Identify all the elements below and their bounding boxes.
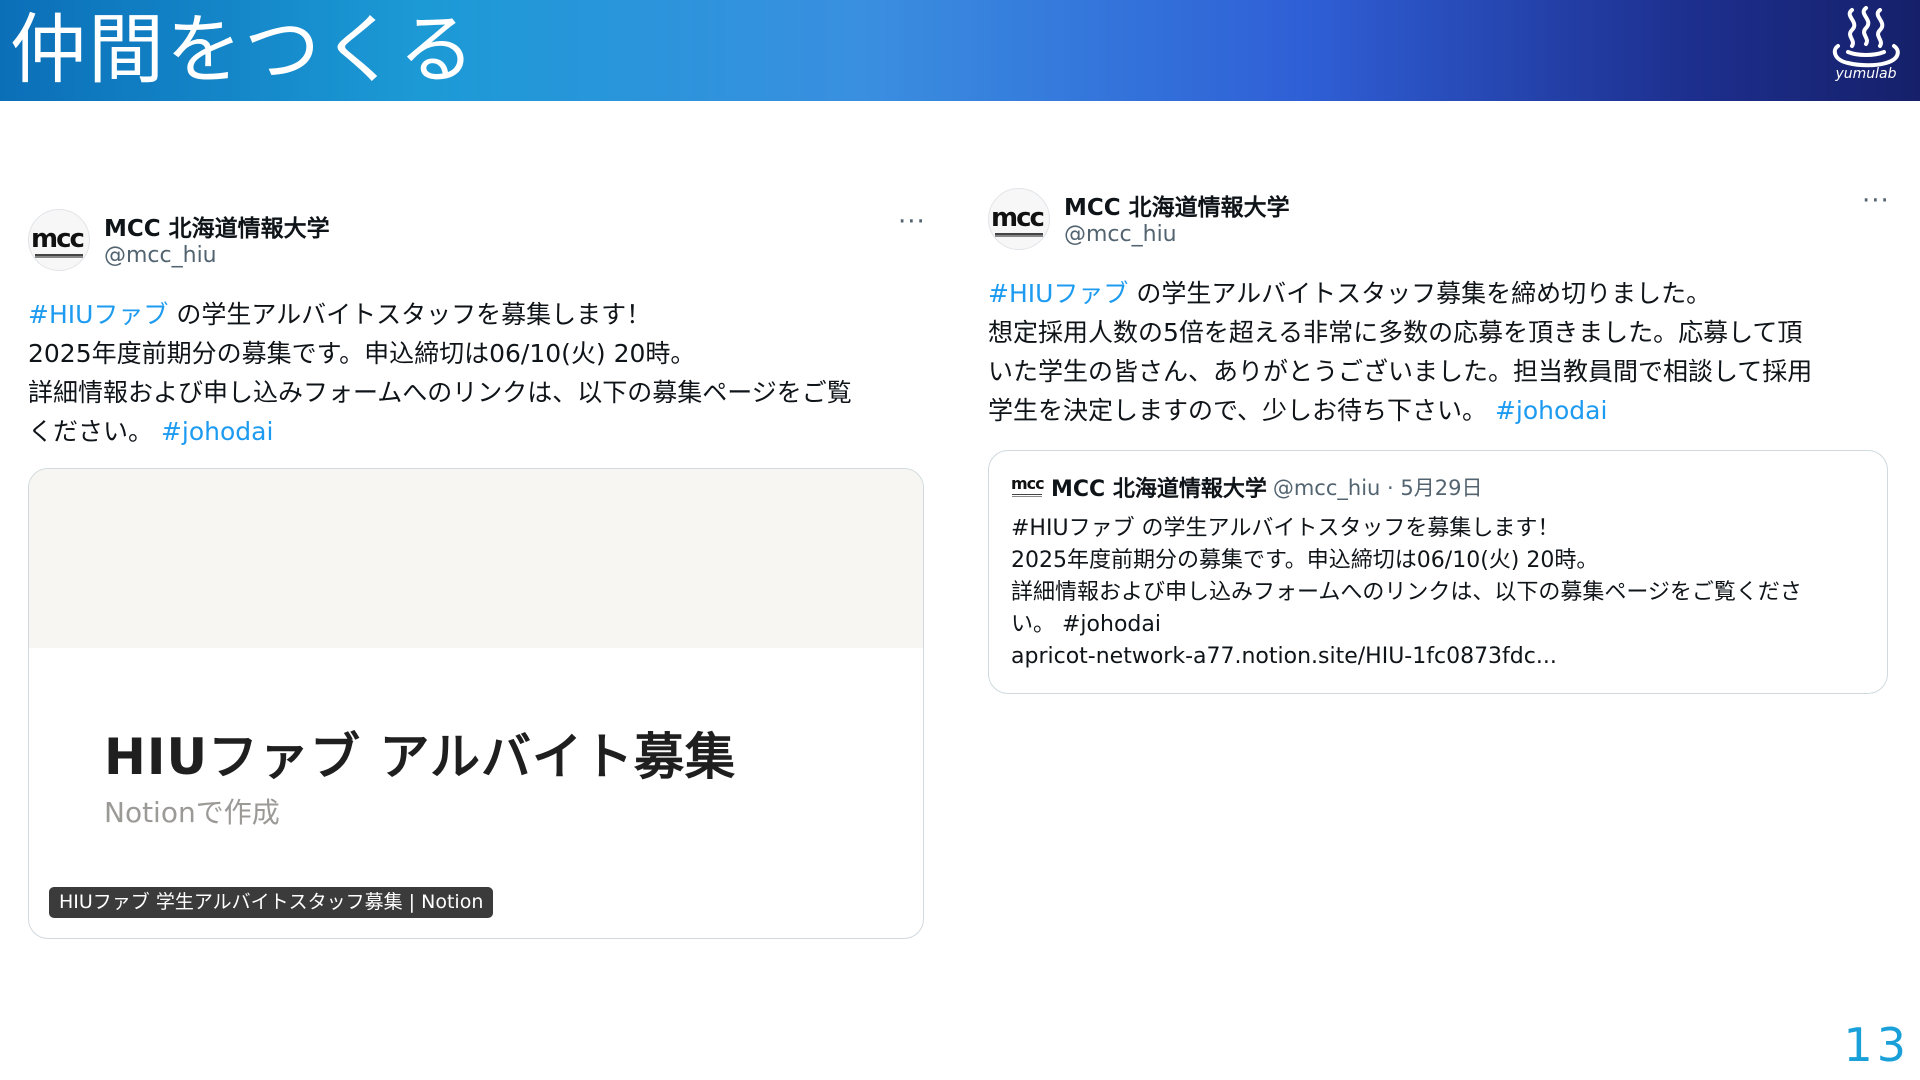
author-handle[interactable]: @mcc_hiu: [1064, 222, 1177, 247]
tweet-text: #HIUファブ の学生アルバイトスタッフ募集を締め切りました。 想定採用人数の5…: [988, 274, 1890, 430]
more-options-icon[interactable]: ···: [898, 209, 926, 235]
author-handle[interactable]: @mcc_hiu: [104, 243, 217, 268]
hashtag-link[interactable]: #HIUファブ: [988, 279, 1128, 308]
hashtag-link[interactable]: #johodai: [1495, 396, 1607, 425]
tweet-line: いた学生の皆さん、ありがとうございました。担当教員間で相談して採用: [988, 357, 1813, 386]
header-banner: 仲間をつくる yumulab: [0, 0, 1920, 101]
quoted-link: apricot-network-a77.notion.site/HIU-1fc0…: [1011, 644, 1557, 669]
slide-title: 仲間をつくる: [10, 5, 477, 94]
tweet-line: 詳細情報および申し込みフォームへのリンクは、以下の募集ページをご覧: [28, 378, 852, 407]
tweet-text: #HIUファブ の学生アルバイトスタッフを募集します！ 2025年度前期分の募集…: [28, 295, 926, 451]
tweet-text-segment: 学生を決定しますので、少しお待ち下さい。: [988, 396, 1495, 425]
quoted-tweet-header: mcc MCC 北海道情報大学 @mcc_hiu · 5月29日: [1011, 471, 1483, 502]
author-name[interactable]: MCC 北海道情報大学: [104, 209, 330, 243]
tweet-line: 学生を決定しますので、少しお待ち下さい。 #johodai: [988, 391, 1890, 430]
hashtag-link[interactable]: #HIUファブ: [28, 300, 168, 329]
link-preview-card[interactable]: HIUファブ アルバイト募集 Notionで作成 HIUファブ 学生アルバイトス…: [28, 468, 924, 939]
yumulab-logo: yumulab: [1826, 6, 1906, 98]
tweet-closing[interactable]: mcc MCC 北海道情報大学 @mcc_hiu ··· #HIUファブ の学生…: [988, 184, 1890, 694]
quoted-avatar: mcc: [1011, 472, 1045, 502]
quoted-line: 2025年度前期分の募集です。申込締切は06/10(火) 20時。: [1011, 548, 1599, 573]
avatar[interactable]: mcc: [28, 209, 90, 271]
quoted-tweet[interactable]: mcc MCC 北海道情報大学 @mcc_hiu · 5月29日 #HIUファブ …: [988, 450, 1888, 694]
quoted-author-name: MCC 北海道情報大学: [1051, 477, 1267, 502]
quoted-line: い。 #johodai: [1011, 612, 1161, 637]
quoted-avatar-mark: mcc: [1011, 474, 1045, 493]
tweet-line: #HIUファブ の学生アルバイトスタッフ募集を締め切りました。: [988, 274, 1890, 313]
link-card-title: HIUファブ アルバイト募集: [104, 728, 736, 786]
avatar-logo-lines: [35, 254, 83, 258]
avatar[interactable]: mcc: [988, 188, 1050, 250]
hashtag-link[interactable]: #johodai: [161, 417, 273, 446]
quoted-line: #HIUファブ の学生アルバイトスタッフを募集します！: [1011, 516, 1560, 541]
more-options-icon[interactable]: ···: [1862, 188, 1890, 214]
tweet-text-segment: ください。: [28, 417, 161, 446]
tweet-header: mcc MCC 北海道情報大学 @mcc_hiu ···: [28, 205, 926, 273]
avatar-logo-lines: [995, 233, 1043, 237]
link-card-subtitle: Notionで作成: [104, 796, 280, 829]
link-card-caption: HIUファブ 学生アルバイトスタッフ募集 | Notion: [49, 887, 494, 918]
tweet-text-segment: の学生アルバイトスタッフ募集を締め切りました。: [1128, 279, 1712, 308]
tweet-line: 2025年度前期分の募集です。申込締切は06/10(火) 20時。: [28, 339, 696, 368]
quoted-avatar-lines: [1012, 494, 1042, 497]
link-card-cover: [29, 469, 923, 648]
onsen-icon: [1832, 6, 1900, 68]
tweet-text-segment: の学生アルバイトスタッフを募集します！: [168, 300, 652, 329]
tweet-recruitment[interactable]: mcc MCC 北海道情報大学 @mcc_hiu ··· #HIUファブ の学生…: [28, 205, 926, 939]
author-name[interactable]: MCC 北海道情報大学: [1064, 188, 1290, 222]
avatar-logo-mark: mcc: [31, 224, 85, 254]
quoted-line: 詳細情報および申し込みフォームへのリンクは、以下の募集ページをご覧くださ: [1011, 580, 1802, 605]
avatar-logo-mark: mcc: [991, 203, 1045, 233]
tweet-line: ください。 #johodai: [28, 412, 926, 451]
page-number: 13: [1843, 1018, 1910, 1072]
tweet-line: 想定採用人数の5倍を超える非常に多数の応募を頂きました。応募して頂: [988, 318, 1803, 347]
quoted-tweet-text: #HIUファブ の学生アルバイトスタッフを募集します！ 2025年度前期分の募集…: [1011, 513, 1802, 673]
logo-text: yumulab: [1835, 66, 1897, 82]
tweet-header: mcc MCC 北海道情報大学 @mcc_hiu ···: [988, 184, 1890, 252]
quoted-author-meta: @mcc_hiu · 5月29日: [1272, 476, 1483, 500]
tweet-line: #HIUファブ の学生アルバイトスタッフを募集します！: [28, 295, 926, 334]
